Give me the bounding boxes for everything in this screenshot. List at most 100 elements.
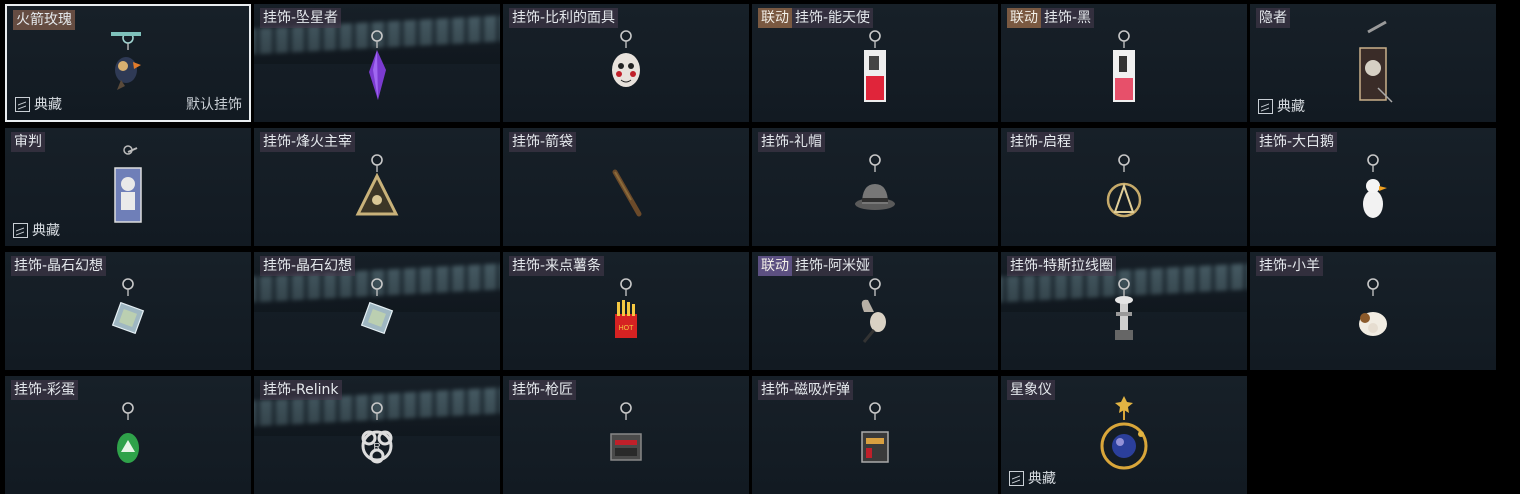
charm-label: 隐者	[1256, 8, 1290, 28]
charm-name: 挂饰-黑	[1041, 8, 1095, 28]
charm-label: 挂饰-小羊	[1256, 256, 1324, 276]
collection-badge: 典藏	[15, 94, 62, 114]
charm-label: 挂饰-大白鹅	[1256, 132, 1338, 152]
collection-label: 典藏	[34, 97, 62, 113]
collection-badge: 典藏	[1258, 96, 1305, 116]
schwarz-card-charm-icon	[1113, 30, 1135, 102]
gunsmith-case-charm-icon	[610, 402, 642, 461]
charm-label: 挂饰-箭袋	[509, 132, 577, 152]
charm-name: 挂饰-启程	[1007, 132, 1075, 152]
charm-tile[interactable]: 审判典藏	[5, 128, 251, 246]
charm-name: 挂饰-礼帽	[758, 132, 826, 152]
charm-label: 挂饰-烽火主宰	[260, 132, 356, 152]
charm-name: 挂饰-小羊	[1256, 256, 1324, 276]
charm-label: 挂饰-Relink	[260, 380, 342, 400]
charm-label: 挂饰-磁吸炸弹	[758, 380, 854, 400]
hermit-tarot-charm-icon	[1359, 20, 1393, 103]
charm-label: 火箭玫瑰	[13, 10, 75, 30]
charm-name: 隐者	[1256, 8, 1290, 28]
charm-tile[interactable]: 挂饰-比利的面具	[503, 4, 749, 122]
collab-badge: 联动	[758, 8, 792, 28]
svg-text:HOT: HOT	[619, 325, 635, 332]
collection-icon	[15, 96, 30, 112]
rocket-rose-charm-icon	[111, 32, 141, 90]
charm-tile[interactable]: 挂饰-大白鹅	[1250, 128, 1496, 246]
charm-name: 挂饰-Relink	[260, 380, 342, 400]
charm-tile[interactable]: 联动 挂饰-黑	[1001, 4, 1247, 122]
easter-egg-charm-icon	[117, 402, 139, 463]
charm-name: 火箭玫瑰	[13, 10, 75, 30]
charm-label: 审判	[11, 132, 45, 152]
charm-label: 联动 挂饰-能天使	[758, 8, 874, 28]
relink-knot-charm-icon: R	[361, 402, 393, 464]
charm-label: 星象仪	[1007, 380, 1055, 400]
charm-tile[interactable]: 联动 挂饰-能天使	[752, 4, 998, 122]
charm-tile[interactable]: 星象仪典藏	[1001, 376, 1247, 494]
charm-tile[interactable]: 隐者典藏	[1250, 4, 1496, 122]
charm-name: 挂饰-大白鹅	[1256, 132, 1338, 152]
charm-label: 联动 挂饰-黑	[1007, 8, 1095, 28]
charm-name: 星象仪	[1007, 380, 1055, 400]
charm-tile[interactable]: 挂饰-特斯拉线圈	[1001, 252, 1247, 370]
charm-label: 挂饰-晶石幻想	[260, 256, 356, 276]
charm-name: 挂饰-晶石幻想	[260, 256, 356, 276]
charm-name: 挂饰-箭袋	[509, 132, 577, 152]
charm-tile[interactable]: 挂饰-来点薯条 HOT	[503, 252, 749, 370]
goose-charm-icon	[1363, 154, 1387, 218]
charm-tile[interactable]: 挂饰-晶石幻想	[5, 252, 251, 370]
charm-label: 挂饰-启程	[1007, 132, 1075, 152]
quiver-charm-icon	[612, 169, 642, 217]
sheep-charm-icon	[1359, 278, 1387, 336]
charm-tile[interactable]: 火箭玫瑰典藏 默认挂饰	[5, 4, 251, 122]
collection-label: 典藏	[1028, 471, 1056, 487]
collection-label: 典藏	[32, 223, 60, 239]
charm-tile[interactable]: 挂饰-晶石幻想	[254, 252, 500, 370]
charm-tile[interactable]: 挂饰-磁吸炸弹	[752, 376, 998, 494]
charm-label: 挂饰-比利的面具	[509, 8, 619, 28]
charm-name: 挂饰-磁吸炸弹	[758, 380, 854, 400]
collection-icon	[1258, 98, 1273, 114]
charm-label: 挂饰-晶石幻想	[11, 256, 107, 276]
collection-badge: 典藏	[1009, 468, 1056, 488]
collection-icon	[13, 222, 28, 238]
charm-label: 挂饰-来点薯条	[509, 256, 605, 276]
charm-tile[interactable]: 挂饰-箭袋	[503, 128, 749, 246]
charm-tile[interactable]: 挂饰-彩蛋	[5, 376, 251, 494]
charm-label: 联动 挂饰-阿米娅	[758, 256, 874, 276]
collection-icon	[1009, 470, 1024, 486]
charm-label: 挂饰-坠星者	[260, 8, 342, 28]
charm-name: 挂饰-坠星者	[260, 8, 342, 28]
collection-badge: 典藏	[13, 220, 60, 240]
hat-charm-icon	[855, 154, 895, 210]
charm-name: 挂饰-阿米娅	[792, 256, 874, 276]
charm-tile[interactable]: 挂饰-启程	[1001, 128, 1247, 246]
charm-name: 挂饰-彩蛋	[11, 380, 79, 400]
charm-name: 挂饰-能天使	[792, 8, 874, 28]
charm-name: 挂饰-枪匠	[509, 380, 577, 400]
charm-name: 审判	[11, 132, 45, 152]
charm-label: 挂饰-枪匠	[509, 380, 577, 400]
charm-tile[interactable]: 挂饰-礼帽	[752, 128, 998, 246]
orrery-charm-icon	[1100, 396, 1148, 470]
charm-name: 挂饰-来点薯条	[509, 256, 605, 276]
svg-text:R: R	[373, 442, 380, 453]
charm-grid: 火箭玫瑰 典藏 默认挂饰 挂饰-坠星者 挂饰-比利的面具 联动 挂饰-能天使 联动 挂饰-黑 隐者…	[5, 4, 1501, 494]
charm-tile[interactable]: 挂饰-烽火主宰	[254, 128, 500, 246]
charm-tile[interactable]: 联动 挂饰-阿米娅	[752, 252, 998, 370]
collab-badge: 联动	[758, 256, 792, 276]
charm-label: 挂饰-礼帽	[758, 132, 826, 152]
charm-tile[interactable]: 挂饰-小羊	[1250, 252, 1496, 370]
charm-tile[interactable]: 挂饰-坠星者	[254, 4, 500, 122]
charm-name: 挂饰-特斯拉线圈	[1007, 256, 1117, 276]
charm-tile[interactable]: 挂饰-枪匠	[503, 376, 749, 494]
compass-charm-icon	[1106, 154, 1142, 218]
collection-label: 典藏	[1277, 99, 1305, 115]
charm-name: 挂饰-晶石幻想	[11, 256, 107, 276]
charm-name: 挂饰-烽火主宰	[260, 132, 356, 152]
falling-star-crystal-charm-icon	[369, 30, 386, 100]
charm-tile[interactable]: 挂饰-Relink R	[254, 376, 500, 494]
default-charm-label: 默认挂饰	[186, 97, 242, 113]
charm-name: 挂饰-比利的面具	[509, 8, 619, 28]
judgement-tarot-charm-icon	[114, 145, 142, 223]
charm-label: 挂饰-彩蛋	[11, 380, 79, 400]
